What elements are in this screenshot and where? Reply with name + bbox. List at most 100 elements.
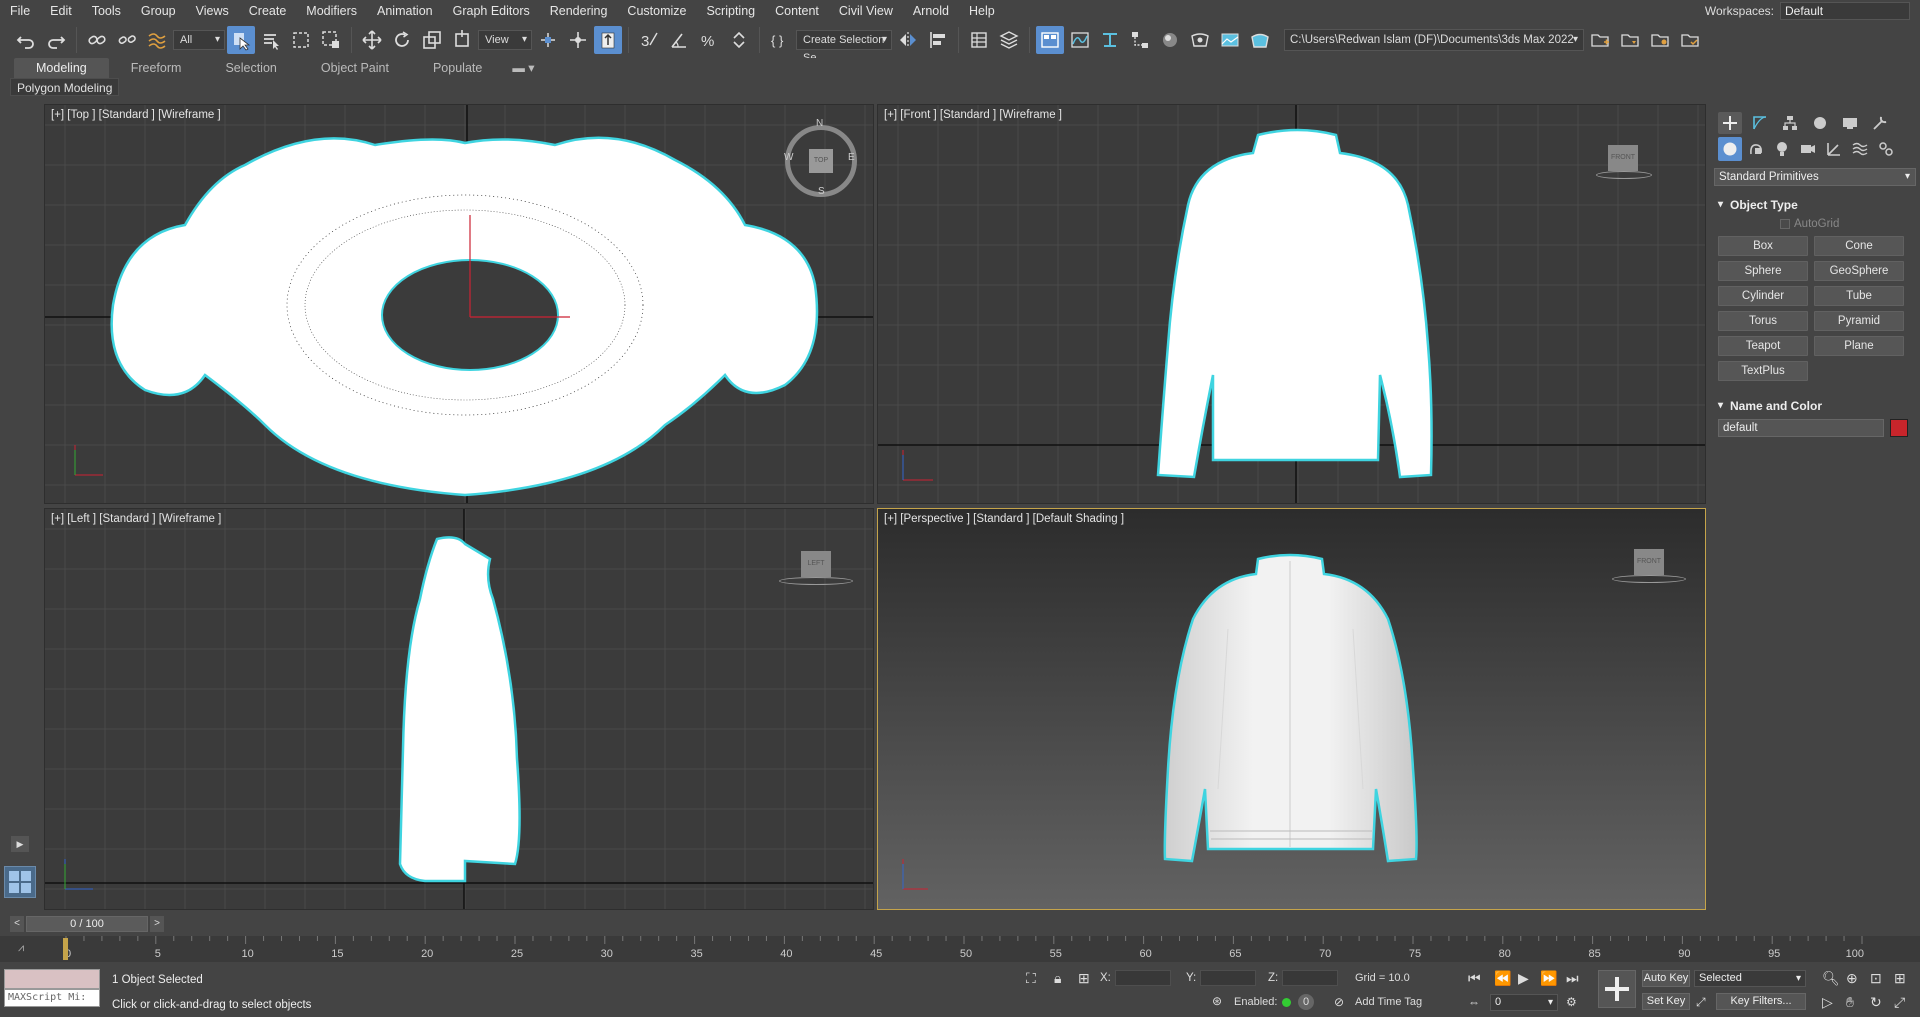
current-frame-marker[interactable] [63, 938, 68, 960]
curve-editor-icon[interactable] [1066, 26, 1094, 54]
bind-spacewarp-icon[interactable] [143, 26, 171, 54]
viewport-label[interactable]: [+] [Left ] [Standard ] [Wireframe ] [51, 513, 221, 525]
key-mode-dropdown[interactable]: Selected [1694, 970, 1806, 987]
redo-icon[interactable] [42, 26, 70, 54]
isolate-selection-icon[interactable]: ⛶ [1026, 970, 1036, 986]
torus-button[interactable]: Torus [1718, 311, 1808, 331]
select-by-name-icon[interactable] [257, 26, 285, 54]
plane-button[interactable]: Plane [1814, 336, 1904, 356]
space-warps-icon[interactable] [1848, 137, 1872, 161]
rendered-frame-icon[interactable] [1216, 26, 1244, 54]
zoom-icon[interactable]: 🔍︎ [1822, 970, 1840, 986]
time-slider-thumb[interactable]: 0 / 100 [26, 916, 148, 932]
menu-create[interactable]: Create [239, 0, 297, 22]
helpers-icon[interactable] [1822, 137, 1846, 161]
object-name-field[interactable]: default [1718, 419, 1884, 437]
set-keys-icon[interactable] [1598, 970, 1636, 1008]
menu-views[interactable]: Views [186, 0, 239, 22]
systems-icon[interactable] [1874, 137, 1898, 161]
ribbon-tab-freeform[interactable]: Freeform [109, 58, 204, 78]
track-bar[interactable]: ⩘ 05101520253035404550556065707580859095… [0, 936, 1920, 962]
set-key-button[interactable]: Set Key [1642, 993, 1690, 1010]
pyramid-button[interactable]: Pyramid [1814, 311, 1904, 331]
viewcube-face[interactable]: TOP [809, 149, 833, 173]
window-crossing-icon[interactable] [317, 26, 345, 54]
key-filters-button[interactable]: Key Filters... [1716, 993, 1806, 1010]
modify-tab-icon[interactable] [1748, 112, 1772, 134]
previous-frame-icon[interactable]: ⏪ [1494, 970, 1511, 986]
ribbon-tab-modeling[interactable]: Modeling [14, 58, 109, 78]
tube-button[interactable]: Tube [1814, 286, 1904, 306]
render-production-icon[interactable] [1246, 26, 1274, 54]
placement-icon[interactable] [448, 26, 476, 54]
expand-viewport-layout-icon[interactable]: ▶ [11, 836, 29, 852]
x-coordinate-field[interactable] [1115, 970, 1171, 986]
motion-tab-icon[interactable] [1808, 112, 1832, 134]
align-icon[interactable] [924, 26, 952, 54]
key-tangent-icon[interactable]: ⤢ [1696, 994, 1706, 1010]
object-type-rollout[interactable]: Object Type [1714, 196, 1916, 214]
absolute-mode-icon[interactable]: ⊞ [1078, 970, 1090, 986]
viewport-label[interactable]: [+] [Top ] [Standard ] [Wireframe ] [51, 109, 221, 121]
menu-content[interactable]: Content [765, 0, 829, 22]
select-object-icon[interactable] [227, 26, 255, 54]
viewport-top[interactable]: [+] [Top ] [Standard ] [Wireframe ] TOP … [44, 104, 874, 504]
menu-civil-view[interactable]: Civil View [829, 0, 903, 22]
toggle-ribbon-icon[interactable] [1036, 26, 1064, 54]
add-time-tag[interactable]: Add Time Tag [1355, 996, 1422, 1008]
percent-snap-icon[interactable]: % [695, 26, 723, 54]
schematic-view-icon[interactable] [1126, 26, 1154, 54]
time-slider[interactable]: < 0 / 100 > [0, 914, 1920, 934]
maxscript-listener[interactable]: MAXScript Mi: [4, 969, 100, 1009]
go-to-end-icon[interactable]: ⏭ [1566, 970, 1579, 986]
create-tab-icon[interactable] [1718, 112, 1742, 134]
undo-icon[interactable] [12, 26, 40, 54]
unlink-icon[interactable] [113, 26, 141, 54]
pan-view-icon[interactable]: ✋︎ [1846, 994, 1854, 1010]
select-scale-icon[interactable] [418, 26, 446, 54]
time-slider-prev[interactable]: < [10, 916, 24, 932]
use-pivot-icon[interactable] [534, 26, 562, 54]
keyboard-shortcut-override-icon[interactable] [594, 26, 622, 54]
menu-file[interactable]: File [0, 0, 40, 22]
new-project-icon[interactable] [1646, 26, 1674, 54]
sweater-top-view[interactable] [110, 136, 819, 497]
viewcube[interactable]: FRONT [1634, 549, 1664, 575]
cylinder-button[interactable]: Cylinder [1718, 286, 1808, 306]
maxscript-output[interactable] [4, 969, 100, 989]
named-selection-dropdown[interactable]: Create Selection Se [796, 30, 892, 64]
link-icon[interactable] [83, 26, 111, 54]
object-color-swatch[interactable] [1890, 419, 1908, 437]
time-slider-next[interactable]: > [150, 916, 164, 932]
zoom-extents-all-icon[interactable]: ⊞ [1894, 970, 1906, 986]
menu-customize[interactable]: Customize [617, 0, 696, 22]
utilities-tab-icon[interactable] [1868, 112, 1892, 134]
zoom-extents-icon[interactable]: ⊡ [1870, 970, 1882, 986]
viewcube[interactable]: FRONT [1608, 145, 1638, 171]
select-rotate-icon[interactable] [388, 26, 416, 54]
menu-modifiers[interactable]: Modifiers [296, 0, 367, 22]
y-coordinate-field[interactable] [1200, 970, 1256, 986]
viewport-label[interactable]: [+] [Front ] [Standard ] [Wireframe ] [884, 109, 1062, 121]
cone-button[interactable]: Cone [1814, 236, 1904, 256]
play-icon[interactable]: ▶ [1518, 970, 1529, 986]
viewport-front[interactable]: [+] [Front ] [Standard ] [Wireframe ] FR… [877, 104, 1706, 504]
sphere-button[interactable]: Sphere [1718, 261, 1808, 281]
rect-region-icon[interactable] [287, 26, 315, 54]
field-of-view-icon[interactable]: ▷ [1822, 994, 1833, 1010]
current-frame-field[interactable]: 0 [1490, 994, 1558, 1011]
hierarchy-tab-icon[interactable] [1778, 112, 1802, 134]
spinner-snap-icon[interactable] [725, 26, 753, 54]
geosphere-button[interactable]: GeoSphere [1814, 261, 1904, 281]
display-tab-icon[interactable] [1838, 112, 1862, 134]
key-mode-toggle-icon[interactable]: ⇔ [1468, 994, 1480, 1010]
viewcube[interactable]: LEFT [801, 551, 831, 577]
viewport-label[interactable]: [+] [Perspective ] [Standard ] [Default … [884, 513, 1124, 525]
edit-named-sets-icon[interactable]: { } [766, 26, 794, 54]
z-coordinate-field[interactable] [1282, 970, 1338, 986]
maxscript-input[interactable]: MAXScript Mi: [4, 989, 100, 1007]
select-move-icon[interactable] [358, 26, 386, 54]
shapes-icon[interactable] [1744, 137, 1768, 161]
snap-3d-icon[interactable]: 3 [635, 26, 663, 54]
menu-arnold[interactable]: Arnold [903, 0, 959, 22]
